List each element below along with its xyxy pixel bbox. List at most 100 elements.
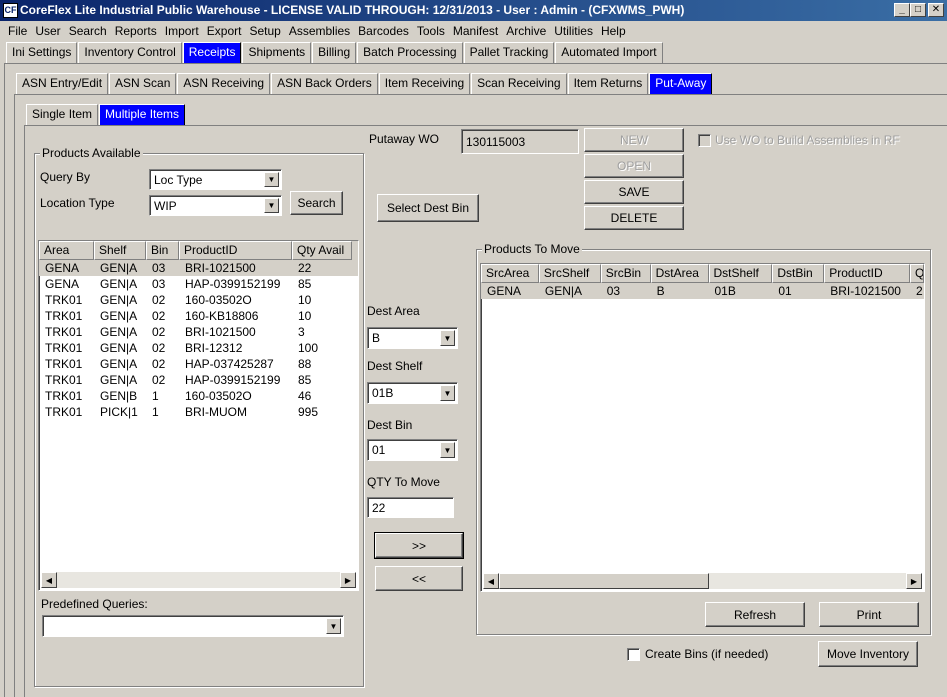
chevron-down-icon[interactable]: ▼	[440, 330, 455, 346]
tab-put-away[interactable]: Put-Away	[649, 73, 713, 94]
search-button[interactable]: Search	[290, 191, 343, 215]
products-available-title: Products Available	[40, 146, 143, 160]
col-qty-avail[interactable]: Qty Avail	[292, 241, 352, 260]
select-dest-bin-button[interactable]: Select Dest Bin	[377, 194, 479, 222]
menu-manifest[interactable]: Manifest	[449, 24, 502, 38]
scroll-left-icon[interactable]: ◀	[41, 572, 57, 588]
minimize-button[interactable]: _	[894, 3, 910, 17]
tab-item-returns[interactable]: Item Returns	[567, 73, 649, 94]
tab-asn-entry-edit[interactable]: ASN Entry/Edit	[16, 73, 109, 94]
table-row[interactable]: GENA GEN|A 03 BRI-1021500 22	[39, 260, 358, 276]
tab-single-item[interactable]: Single Item	[26, 104, 99, 125]
col-productid[interactable]: ProductID	[824, 264, 911, 283]
receipts-tabs: ASN Entry/Edit ASN Scan ASN Receiving AS…	[16, 73, 713, 94]
tab-batch-processing[interactable]: Batch Processing	[357, 42, 463, 63]
delete-button[interactable]: DELETE	[584, 206, 684, 230]
new-button[interactable]: NEW	[584, 128, 684, 152]
dest-bin-select[interactable]: 01 ▼	[367, 439, 458, 461]
table-row[interactable]: GENA GEN|A 03 B 01B 01 BRI-1021500 2	[481, 283, 924, 299]
table-row[interactable]: TRK01 GEN|A 02 HAP-037425287 88	[39, 356, 358, 372]
create-bins-checkbox[interactable]	[627, 648, 640, 661]
menu-help[interactable]: Help	[597, 24, 630, 38]
scroll-left-icon[interactable]: ◀	[483, 573, 499, 589]
predefined-queries-select[interactable]: ▼	[42, 615, 344, 637]
col-area[interactable]: Area	[39, 241, 94, 260]
maximize-button[interactable]: □	[910, 3, 926, 17]
table-row[interactable]: TRK01 GEN|A 02 160-03502O 10	[39, 292, 358, 308]
location-type-select[interactable]: WIP ▼	[149, 195, 282, 216]
tab-billing[interactable]: Billing	[312, 42, 357, 63]
query-by-select[interactable]: Loc Type ▼	[149, 169, 282, 190]
chevron-down-icon[interactable]: ▼	[264, 172, 279, 187]
dest-shelf-select[interactable]: 01B ▼	[367, 382, 458, 404]
menu-reports[interactable]: Reports	[111, 24, 161, 38]
dest-area-select[interactable]: B ▼	[367, 327, 458, 349]
table-row[interactable]: TRK01 GEN|A 02 BRI-1021500 3	[39, 324, 358, 340]
col-qty[interactable]: Q	[910, 264, 924, 283]
putaway-wo-field[interactable]: 130115003	[461, 129, 579, 154]
move-inventory-button[interactable]: Move Inventory	[818, 641, 918, 667]
table-row[interactable]: TRK01 GEN|A 02 HAP-0399152199 85	[39, 372, 358, 388]
table-cell: TRK01	[45, 405, 83, 419]
tab-ini-settings[interactable]: Ini Settings	[6, 42, 78, 63]
qty-to-move-field[interactable]: 22	[367, 497, 454, 518]
tab-shipments[interactable]: Shipments	[242, 42, 312, 63]
col-dst-bin[interactable]: DstBin	[772, 264, 825, 283]
menu-utilities[interactable]: Utilities	[550, 24, 597, 38]
scroll-right-icon[interactable]: ▶	[340, 572, 356, 588]
tab-scan-receiving[interactable]: Scan Receiving	[471, 73, 567, 94]
menu-barcodes[interactable]: Barcodes	[354, 24, 413, 38]
col-bin[interactable]: Bin	[146, 241, 179, 260]
col-src-shelf[interactable]: SrcShelf	[538, 264, 601, 283]
use-wo-checkbox[interactable]	[698, 134, 711, 147]
tab-asn-receiving[interactable]: ASN Receiving	[177, 73, 271, 94]
col-dst-shelf[interactable]: DstShelf	[708, 264, 773, 283]
menu-file[interactable]: File	[4, 24, 31, 38]
tab-receipts[interactable]: Receipts	[182, 42, 242, 63]
tab-asn-scan[interactable]: ASN Scan	[109, 73, 177, 94]
table-row[interactable]: GENA GEN|A 03 HAP-0399152199 85	[39, 276, 358, 292]
table-row[interactable]: TRK01 GEN|A 02 160-KB18806 10	[39, 308, 358, 324]
col-dst-area[interactable]: DstArea	[650, 264, 709, 283]
move-left-button[interactable]: <<	[375, 566, 463, 591]
chevron-down-icon[interactable]: ▼	[440, 442, 455, 458]
close-button[interactable]: ✕	[928, 3, 944, 17]
menu-search[interactable]: Search	[65, 24, 111, 38]
tab-inventory-control[interactable]: Inventory Control	[78, 42, 182, 63]
app-icon[interactable]: CF	[3, 3, 18, 18]
open-button[interactable]: OPEN	[584, 154, 684, 178]
horizontal-scrollbar[interactable]: ◀ ▶	[483, 573, 922, 589]
print-button[interactable]: Print	[819, 602, 919, 627]
col-src-area[interactable]: SrcArea	[481, 264, 539, 283]
horizontal-scrollbar[interactable]: ◀ ▶	[41, 572, 356, 588]
refresh-button[interactable]: Refresh	[705, 602, 805, 627]
col-shelf[interactable]: Shelf	[94, 241, 146, 260]
col-src-bin[interactable]: SrcBin	[600, 264, 651, 283]
tab-asn-back-orders[interactable]: ASN Back Orders	[271, 73, 378, 94]
menu-tools[interactable]: Tools	[413, 24, 449, 38]
move-right-button[interactable]: >>	[374, 532, 464, 559]
chevron-down-icon[interactable]: ▼	[264, 198, 279, 213]
tab-multiple-items[interactable]: Multiple Items	[99, 104, 186, 125]
table-row[interactable]: TRK01 PICK|1 1 BRI-MUOM 995	[39, 404, 358, 420]
menu-user[interactable]: User	[31, 24, 64, 38]
tab-automated-import[interactable]: Automated Import	[555, 42, 663, 63]
scroll-right-icon[interactable]: ▶	[906, 573, 922, 589]
chevron-down-icon[interactable]: ▼	[326, 618, 341, 634]
save-button[interactable]: SAVE	[584, 180, 684, 204]
tab-pallet-tracking[interactable]: Pallet Tracking	[463, 42, 555, 63]
table-row[interactable]: TRK01 GEN|B 1 160-03502O 46	[39, 388, 358, 404]
products-to-move-grid[interactable]: SrcArea SrcShelf SrcBin DstArea DstShelf…	[480, 263, 925, 592]
table-row[interactable]: TRK01 GEN|A 02 BRI-12312 100	[39, 340, 358, 356]
table-cell: GEN|A	[100, 357, 138, 371]
col-productid[interactable]: ProductID	[179, 241, 292, 260]
menu-assemblies[interactable]: Assemblies	[285, 24, 354, 38]
menu-export[interactable]: Export	[203, 24, 246, 38]
scroll-thumb[interactable]	[499, 573, 709, 589]
menu-setup[interactable]: Setup	[245, 24, 284, 38]
menu-import[interactable]: Import	[161, 24, 203, 38]
tab-item-receiving[interactable]: Item Receiving	[378, 73, 471, 94]
menu-archive[interactable]: Archive	[502, 24, 550, 38]
products-available-grid[interactable]: Area Shelf Bin ProductID Qty Avail GENA G…	[38, 240, 359, 591]
chevron-down-icon[interactable]: ▼	[440, 385, 455, 401]
